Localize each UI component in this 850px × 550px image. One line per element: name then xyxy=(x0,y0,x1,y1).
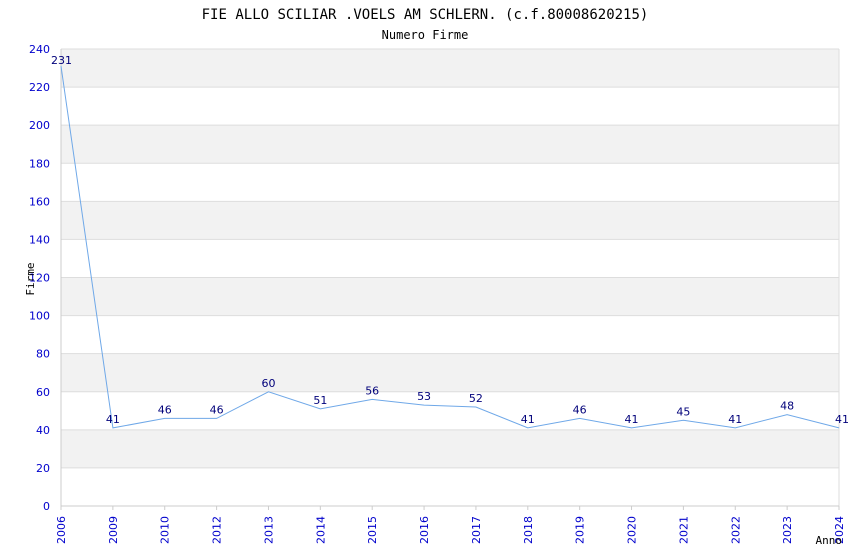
x-tick-label: 2009 xyxy=(107,516,120,544)
data-label: 52 xyxy=(469,392,483,405)
grid-band xyxy=(61,353,839,392)
y-tick-label: 180 xyxy=(29,157,50,170)
grid-band xyxy=(61,125,839,164)
y-tick-label: 20 xyxy=(36,462,50,475)
grid-band xyxy=(61,49,839,88)
grid-band xyxy=(61,315,839,354)
x-tick-label: 2014 xyxy=(314,516,327,544)
data-label: 46 xyxy=(158,403,172,416)
x-tick-label: 2017 xyxy=(470,516,483,544)
data-label: 56 xyxy=(365,384,379,397)
data-label: 41 xyxy=(521,413,535,426)
grid-band xyxy=(61,163,839,202)
y-axis-title: Firme xyxy=(24,262,37,295)
y-tick-label: 100 xyxy=(29,310,50,323)
grid-band xyxy=(61,277,839,316)
grid-band xyxy=(61,391,839,430)
data-label: 46 xyxy=(573,403,587,416)
x-tick-label: 2015 xyxy=(366,516,379,544)
x-tick-labels: 2006 2009 2010 2012 2013 2014 2015 2016 2017 2018… xyxy=(55,506,846,544)
y-tick-label: 220 xyxy=(29,81,50,94)
grid-band xyxy=(61,201,839,240)
x-tick-label: 2022 xyxy=(729,516,742,544)
y-tick-label: 40 xyxy=(36,424,50,437)
y-tick-label: 160 xyxy=(29,195,50,208)
data-label: 41 xyxy=(728,413,742,426)
y-tick-label: 80 xyxy=(36,348,50,361)
x-tick-label: 2016 xyxy=(418,516,431,544)
grid-band xyxy=(61,239,839,278)
grid-band xyxy=(61,429,839,468)
x-axis-title: Anno xyxy=(816,534,843,547)
chart-subtitle: Numero Firme xyxy=(382,28,469,42)
data-label: 48 xyxy=(780,400,794,413)
data-label: 41 xyxy=(625,413,639,426)
chart-title: FIE ALLO SCILIAR .VOELS AM SCHLERN. (c.f… xyxy=(202,7,649,23)
y-tick-label: 200 xyxy=(29,119,50,132)
x-tick-label: 2012 xyxy=(211,516,224,544)
x-tick-label: 2006 xyxy=(55,516,68,544)
y-tick-label: 60 xyxy=(36,386,50,399)
y-tick-label: 0 xyxy=(43,500,50,513)
x-tick-label: 2019 xyxy=(574,516,587,544)
y-tick-label: 240 xyxy=(29,43,50,56)
data-label: 46 xyxy=(210,403,224,416)
y-tick-label: 140 xyxy=(29,233,50,246)
data-label: 41 xyxy=(106,413,120,426)
grid-band xyxy=(61,467,839,506)
x-tick-label: 2010 xyxy=(159,516,172,544)
grid-band xyxy=(61,87,839,126)
x-tick-label: 2020 xyxy=(626,516,639,544)
data-label: 45 xyxy=(676,405,690,418)
data-label: 231 xyxy=(51,54,72,67)
x-tick-label: 2018 xyxy=(522,516,535,544)
x-tick-label: 2023 xyxy=(781,516,794,544)
data-label: 41 xyxy=(835,413,849,426)
chart: 020406080100120140160180200220240 2006 20… xyxy=(24,7,849,547)
data-label: 60 xyxy=(261,377,275,390)
x-tick-label: 2021 xyxy=(677,516,690,544)
data-label: 51 xyxy=(313,394,327,407)
data-label: 53 xyxy=(417,390,431,403)
x-tick-label: 2013 xyxy=(262,516,275,544)
